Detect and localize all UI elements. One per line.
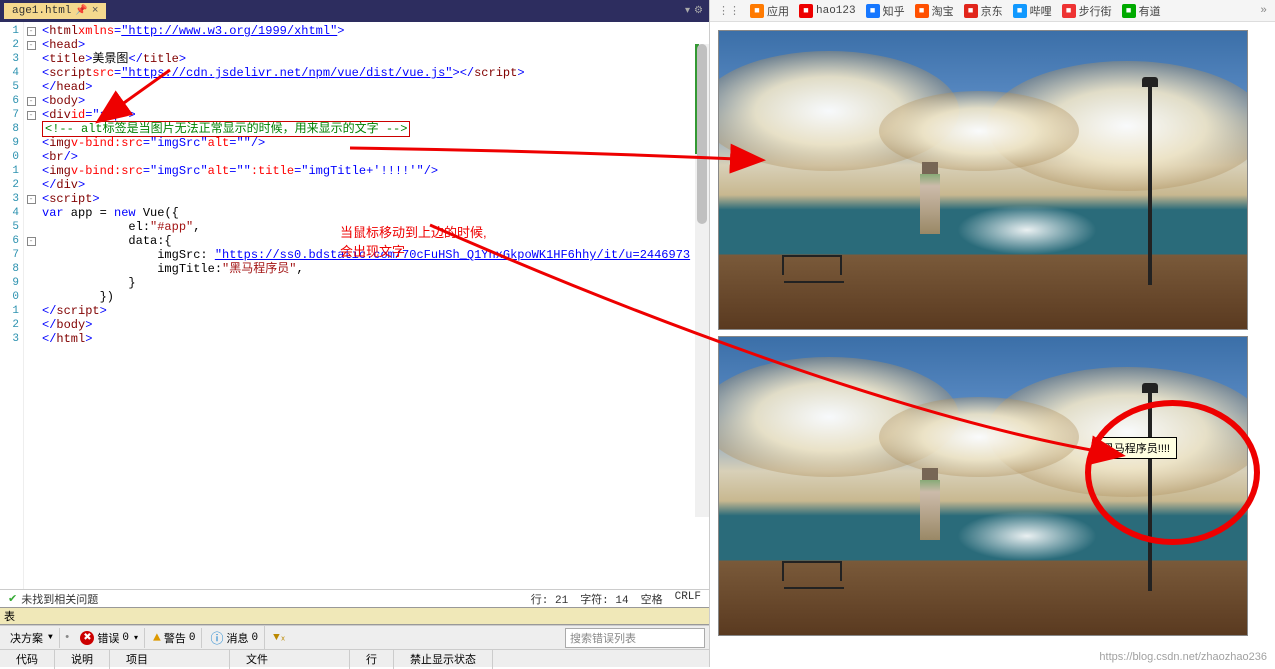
no-issues-label: 未找到相关问题 [21, 591, 98, 607]
tab-filename: age1.html [12, 5, 71, 17]
editor-scrollbar[interactable] [695, 44, 709, 517]
pin-icon[interactable]: 📌 [75, 5, 87, 17]
tab-dropdown-icon[interactable]: ▾ [685, 5, 690, 17]
build-filter[interactable]: ▼ₓ [267, 630, 292, 646]
panel-title: 表 [4, 608, 15, 624]
editor-body[interactable]: 12345678901234567890123 ------ <html xml… [0, 22, 709, 589]
browser-preview-panel: ⋮⋮■应用■hao123■知乎■淘宝■京东■哔哩■步行街■有道» [710, 0, 1275, 667]
bookmark-item[interactable]: ■步行街 [1062, 3, 1112, 19]
col-desc[interactable]: 说明 [55, 649, 110, 669]
bookmark-item[interactable]: ■哔哩 [1013, 3, 1052, 19]
col-line[interactable]: 行 [350, 649, 394, 669]
error-list-columns: 代码 说明 项目 文件 行 禁止显示状态 [0, 649, 709, 667]
error-list-toolbar: 决方案 ▼ • ✖ 错误 0 ▾ ▲ 警告 0 ⓘ 消息 0 ▼ₓ [0, 625, 709, 649]
col-file[interactable]: 文件 [230, 649, 350, 669]
tab-settings-icon[interactable]: ⚙ [694, 5, 703, 17]
image-2[interactable]: 黑马程序员!!!! [718, 336, 1248, 636]
indent-mode: 空格 [641, 591, 663, 607]
editor-tab-bar: age1.html 📌 × ▾ ⚙ [0, 0, 709, 22]
bookmark-item[interactable]: ■有道 [1122, 3, 1161, 19]
solution-filter[interactable]: 决方案 ▼ [4, 628, 60, 648]
messages-toggle[interactable]: ⓘ 消息 0 [204, 626, 265, 649]
warnings-toggle[interactable]: ▲ 警告 0 [147, 628, 202, 648]
col-project[interactable]: 项目 [110, 649, 230, 669]
editor-status-bar: ✔ 未找到相关问题 行: 21 字符: 14 空格 CRLF [0, 589, 709, 607]
fold-gutter[interactable]: ------ [24, 22, 38, 589]
col-suppress[interactable]: 禁止显示状态 [394, 649, 493, 669]
warning-icon: ▲ [153, 630, 161, 645]
watermark: https://blog.csdn.net/zhaozhao236 [1099, 651, 1267, 663]
bookmark-bar: ⋮⋮■应用■hao123■知乎■淘宝■京东■哔哩■步行街■有道» [710, 0, 1275, 22]
file-tab[interactable]: age1.html 📌 × [4, 3, 106, 19]
title-tooltip: 黑马程序员!!!! [1096, 437, 1177, 459]
bookmark-item[interactable]: ■知乎 [866, 3, 905, 19]
bookmark-item[interactable]: ■淘宝 [915, 3, 954, 19]
page-content: 黑马程序员!!!! [710, 22, 1275, 644]
chevron-down-icon: ▾ [134, 633, 138, 643]
filter-icon: ▼ₓ [273, 632, 286, 644]
search-error-list-input[interactable]: 搜索错误列表 [565, 628, 705, 648]
line-pos: 行: 21 [531, 591, 568, 607]
eol-mode: CRLF [675, 591, 701, 607]
info-icon: ⓘ [210, 628, 223, 647]
col-code[interactable]: 代码 [0, 649, 55, 669]
annotation-text: 当鼠标移动到上边的时候, 会出现文字 [340, 222, 487, 260]
scroll-thumb[interactable] [697, 44, 707, 224]
code-area[interactable]: <html xmlns="http://www.w3.org/1999/xhtm… [38, 22, 709, 589]
image-1[interactable] [718, 30, 1248, 330]
bookmark-item[interactable]: ■应用 [750, 3, 789, 19]
line-number-gutter: 12345678901234567890123 [0, 22, 24, 589]
ok-icon: ✔ [8, 592, 17, 606]
chevron-down-icon: ▼ [48, 633, 53, 642]
bookmark-item[interactable]: ■京东 [964, 3, 1003, 19]
char-pos: 字符: 14 [580, 591, 628, 607]
errors-toggle[interactable]: ✖ 错误 0 ▾ [74, 628, 145, 648]
error-list-title-bar[interactable]: 表 [0, 607, 709, 625]
close-icon[interactable]: × [92, 5, 99, 17]
error-icon: ✖ [80, 631, 94, 645]
bookmark-item[interactable]: ■hao123 [799, 4, 856, 18]
code-editor-panel: age1.html 📌 × ▾ ⚙ 1234567890123456789012… [0, 0, 710, 667]
